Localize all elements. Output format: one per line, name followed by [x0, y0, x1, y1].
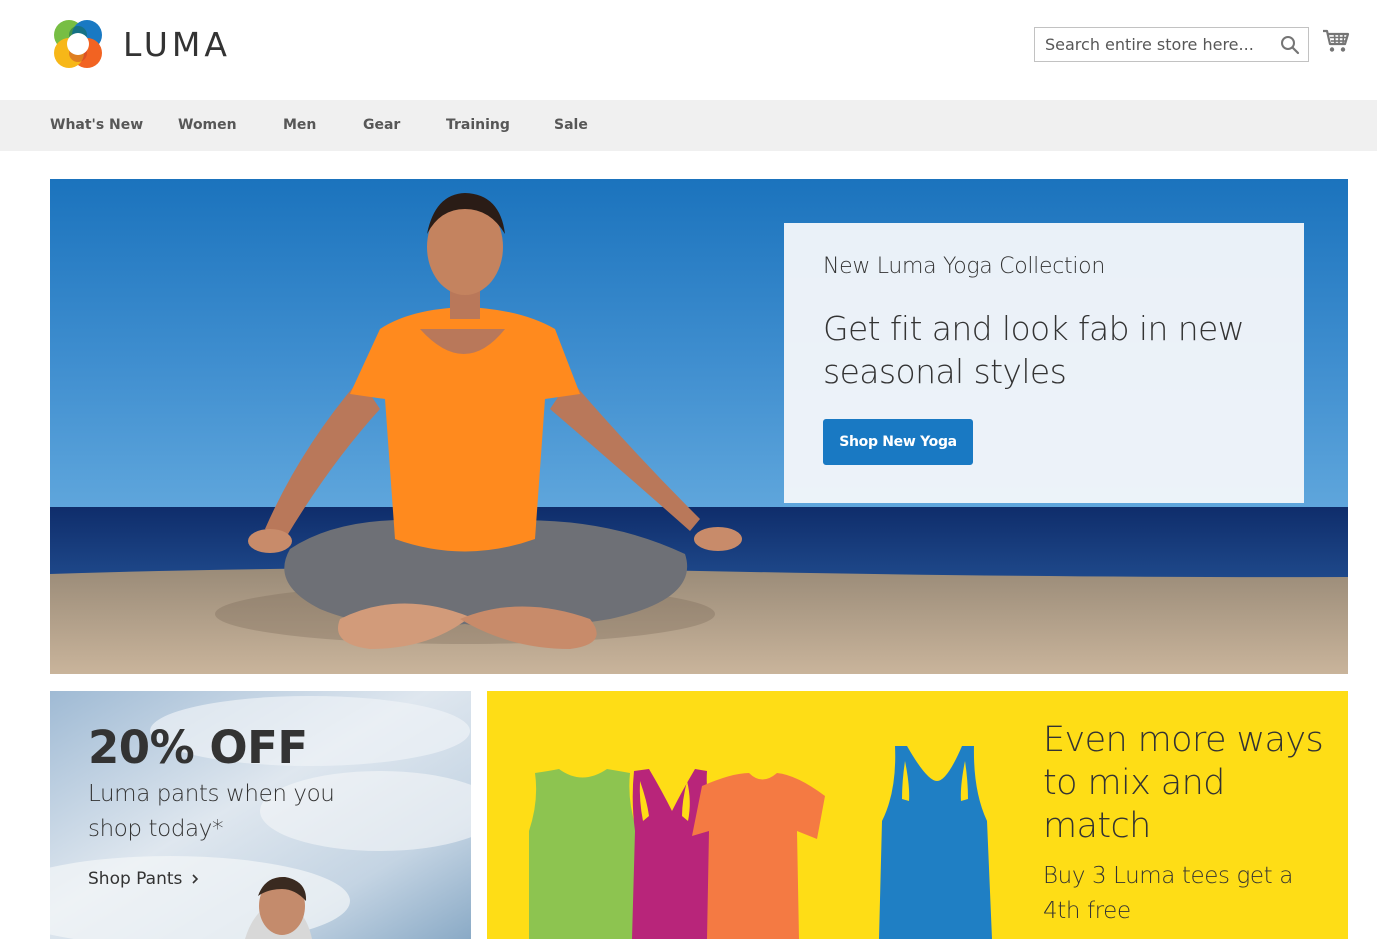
orange-tee-shape: [692, 773, 825, 939]
shop-pants-link[interactable]: Shop Pants: [88, 869, 200, 889]
chevron-right-icon: [192, 874, 199, 884]
blue-tank-shape: [879, 746, 992, 939]
tees-promo-text: Buy 3 Luma tees get a 4th free: [1043, 863, 1293, 924]
pants-promo-title: 20% OFF: [88, 721, 308, 774]
shop-new-yoga-button[interactable]: Shop New Yoga: [823, 419, 973, 465]
main-navigation: What's New Women Men Gear Training Sale: [0, 100, 1377, 151]
tees-promo-block[interactable]: Even more ways to mix and match Buy 3 Lu…: [487, 691, 1348, 939]
search-input[interactable]: [1035, 28, 1275, 61]
green-tank-shape: [529, 769, 637, 939]
hero-title: Get fit and look fab in new seasonal sty…: [823, 309, 1245, 391]
pants-promo-block[interactable]: 20% OFF Luma pants when you shop today* …: [50, 691, 471, 939]
pants-promo-text: Luma pants when you shop today*: [88, 781, 335, 842]
hero-info-panel: New Luma Yoga Collection Get fit and loo…: [784, 223, 1304, 503]
store-logo[interactable]: LUMA: [50, 16, 231, 72]
nav-item-training[interactable]: Training: [446, 117, 510, 133]
logo-wordmark: LUMA: [123, 24, 231, 64]
nav-item-sale[interactable]: Sale: [554, 117, 588, 133]
tees-promo-title: Even more ways to mix and match: [1043, 720, 1324, 846]
hero-banner[interactable]: New Luma Yoga Collection Get fit and loo…: [50, 179, 1348, 674]
nav-item-whats-new[interactable]: What's New: [50, 117, 143, 133]
page-header: LUMA: [0, 0, 1377, 100]
nav-item-gear[interactable]: Gear: [363, 117, 400, 133]
search-box: [1034, 27, 1309, 62]
nav-item-men[interactable]: Men: [283, 117, 316, 133]
shop-pants-label: Shop Pants: [88, 869, 183, 889]
cart-icon[interactable]: [1322, 28, 1350, 54]
nav-item-women[interactable]: Women: [178, 117, 237, 133]
search-icon[interactable]: [1280, 35, 1300, 55]
hero-subtitle: New Luma Yoga Collection: [823, 254, 1105, 279]
luma-logo-icon: [54, 20, 102, 68]
